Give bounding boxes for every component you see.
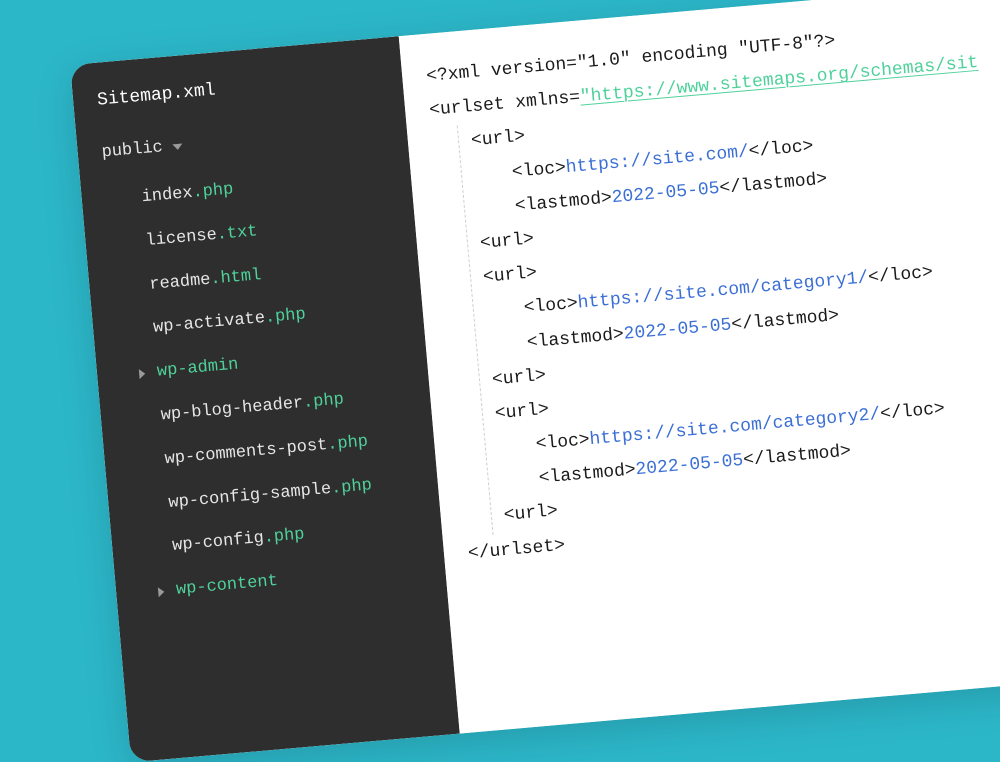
chevron-right-icon (139, 369, 146, 379)
file-base: wp-config-sample (168, 477, 333, 515)
file-ext: html (220, 264, 263, 291)
file-base: wp-activate (152, 307, 266, 340)
file-base: wp-comments-post (164, 434, 329, 472)
code-editor[interactable]: <?xml version="1.0" encoding "UTF-8"?> <… (399, 0, 1000, 734)
chevron-right-icon (158, 587, 165, 597)
sidebar-title: Sitemap.xml (96, 64, 383, 114)
folder-label: wp-admin (156, 354, 239, 385)
folder-label: wp-content (175, 570, 279, 603)
file-base: wp-blog-header (160, 392, 304, 428)
editor-window: Sitemap.xml public index.php license.txt… (70, 0, 1000, 762)
folder-label: public (101, 136, 164, 165)
file-base: wp-config (171, 527, 265, 559)
file-base: index (141, 182, 194, 210)
file-base: readme (148, 268, 211, 297)
chevron-down-icon (173, 144, 183, 151)
file-ext: php (312, 388, 345, 414)
file-ext: php (202, 178, 235, 204)
file-tree: index.php license.txt readme.html wp-act… (114, 155, 427, 615)
file-ext: php (340, 474, 373, 500)
file-ext: txt (226, 220, 259, 246)
file-ext: php (337, 430, 370, 456)
file-base: license (145, 224, 218, 254)
indent-guide: <url> <loc>https://site.com/</loc> <last… (457, 65, 1000, 534)
file-ext: php (273, 524, 306, 550)
file-tree-sidebar: Sitemap.xml public index.php license.txt… (70, 36, 460, 762)
file-ext: php (274, 304, 307, 330)
